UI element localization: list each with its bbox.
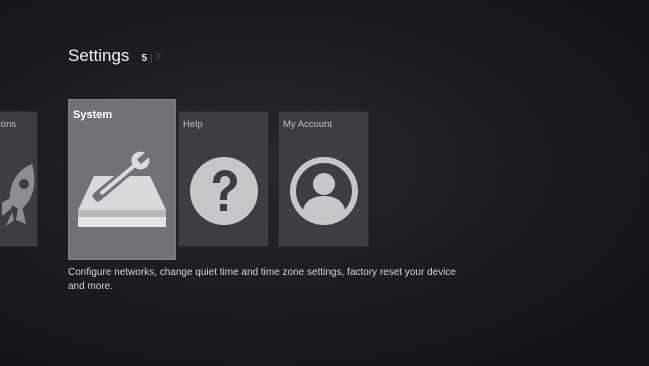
question-icon — [189, 156, 259, 231]
counter-separator: | — [150, 53, 153, 64]
drive-wrench-icon — [72, 126, 172, 241]
card-system[interactable]: System — [68, 99, 176, 260]
page-title: Settings — [68, 46, 130, 65]
card-label: Help — [183, 119, 203, 130]
card-label: System — [73, 109, 113, 121]
card-applications[interactable]: cations — [0, 111, 38, 247]
rocket-icon — [0, 162, 37, 237]
card-label: My Account — [283, 119, 333, 130]
setting-description: Configure networks, change quiet time an… — [68, 267, 456, 292]
user-icon — [289, 156, 359, 231]
counter-current: 5 — [141, 53, 147, 64]
card-my-account[interactable]: My Account — [278, 111, 369, 247]
card-help[interactable]: Help — [178, 111, 269, 247]
page-counter: 5 | 7 — [141, 53, 161, 64]
counter-total: 7 — [155, 53, 162, 64]
card-label: cations — [0, 119, 17, 130]
page-header: Settings 5 | 7 — [68, 46, 161, 66]
